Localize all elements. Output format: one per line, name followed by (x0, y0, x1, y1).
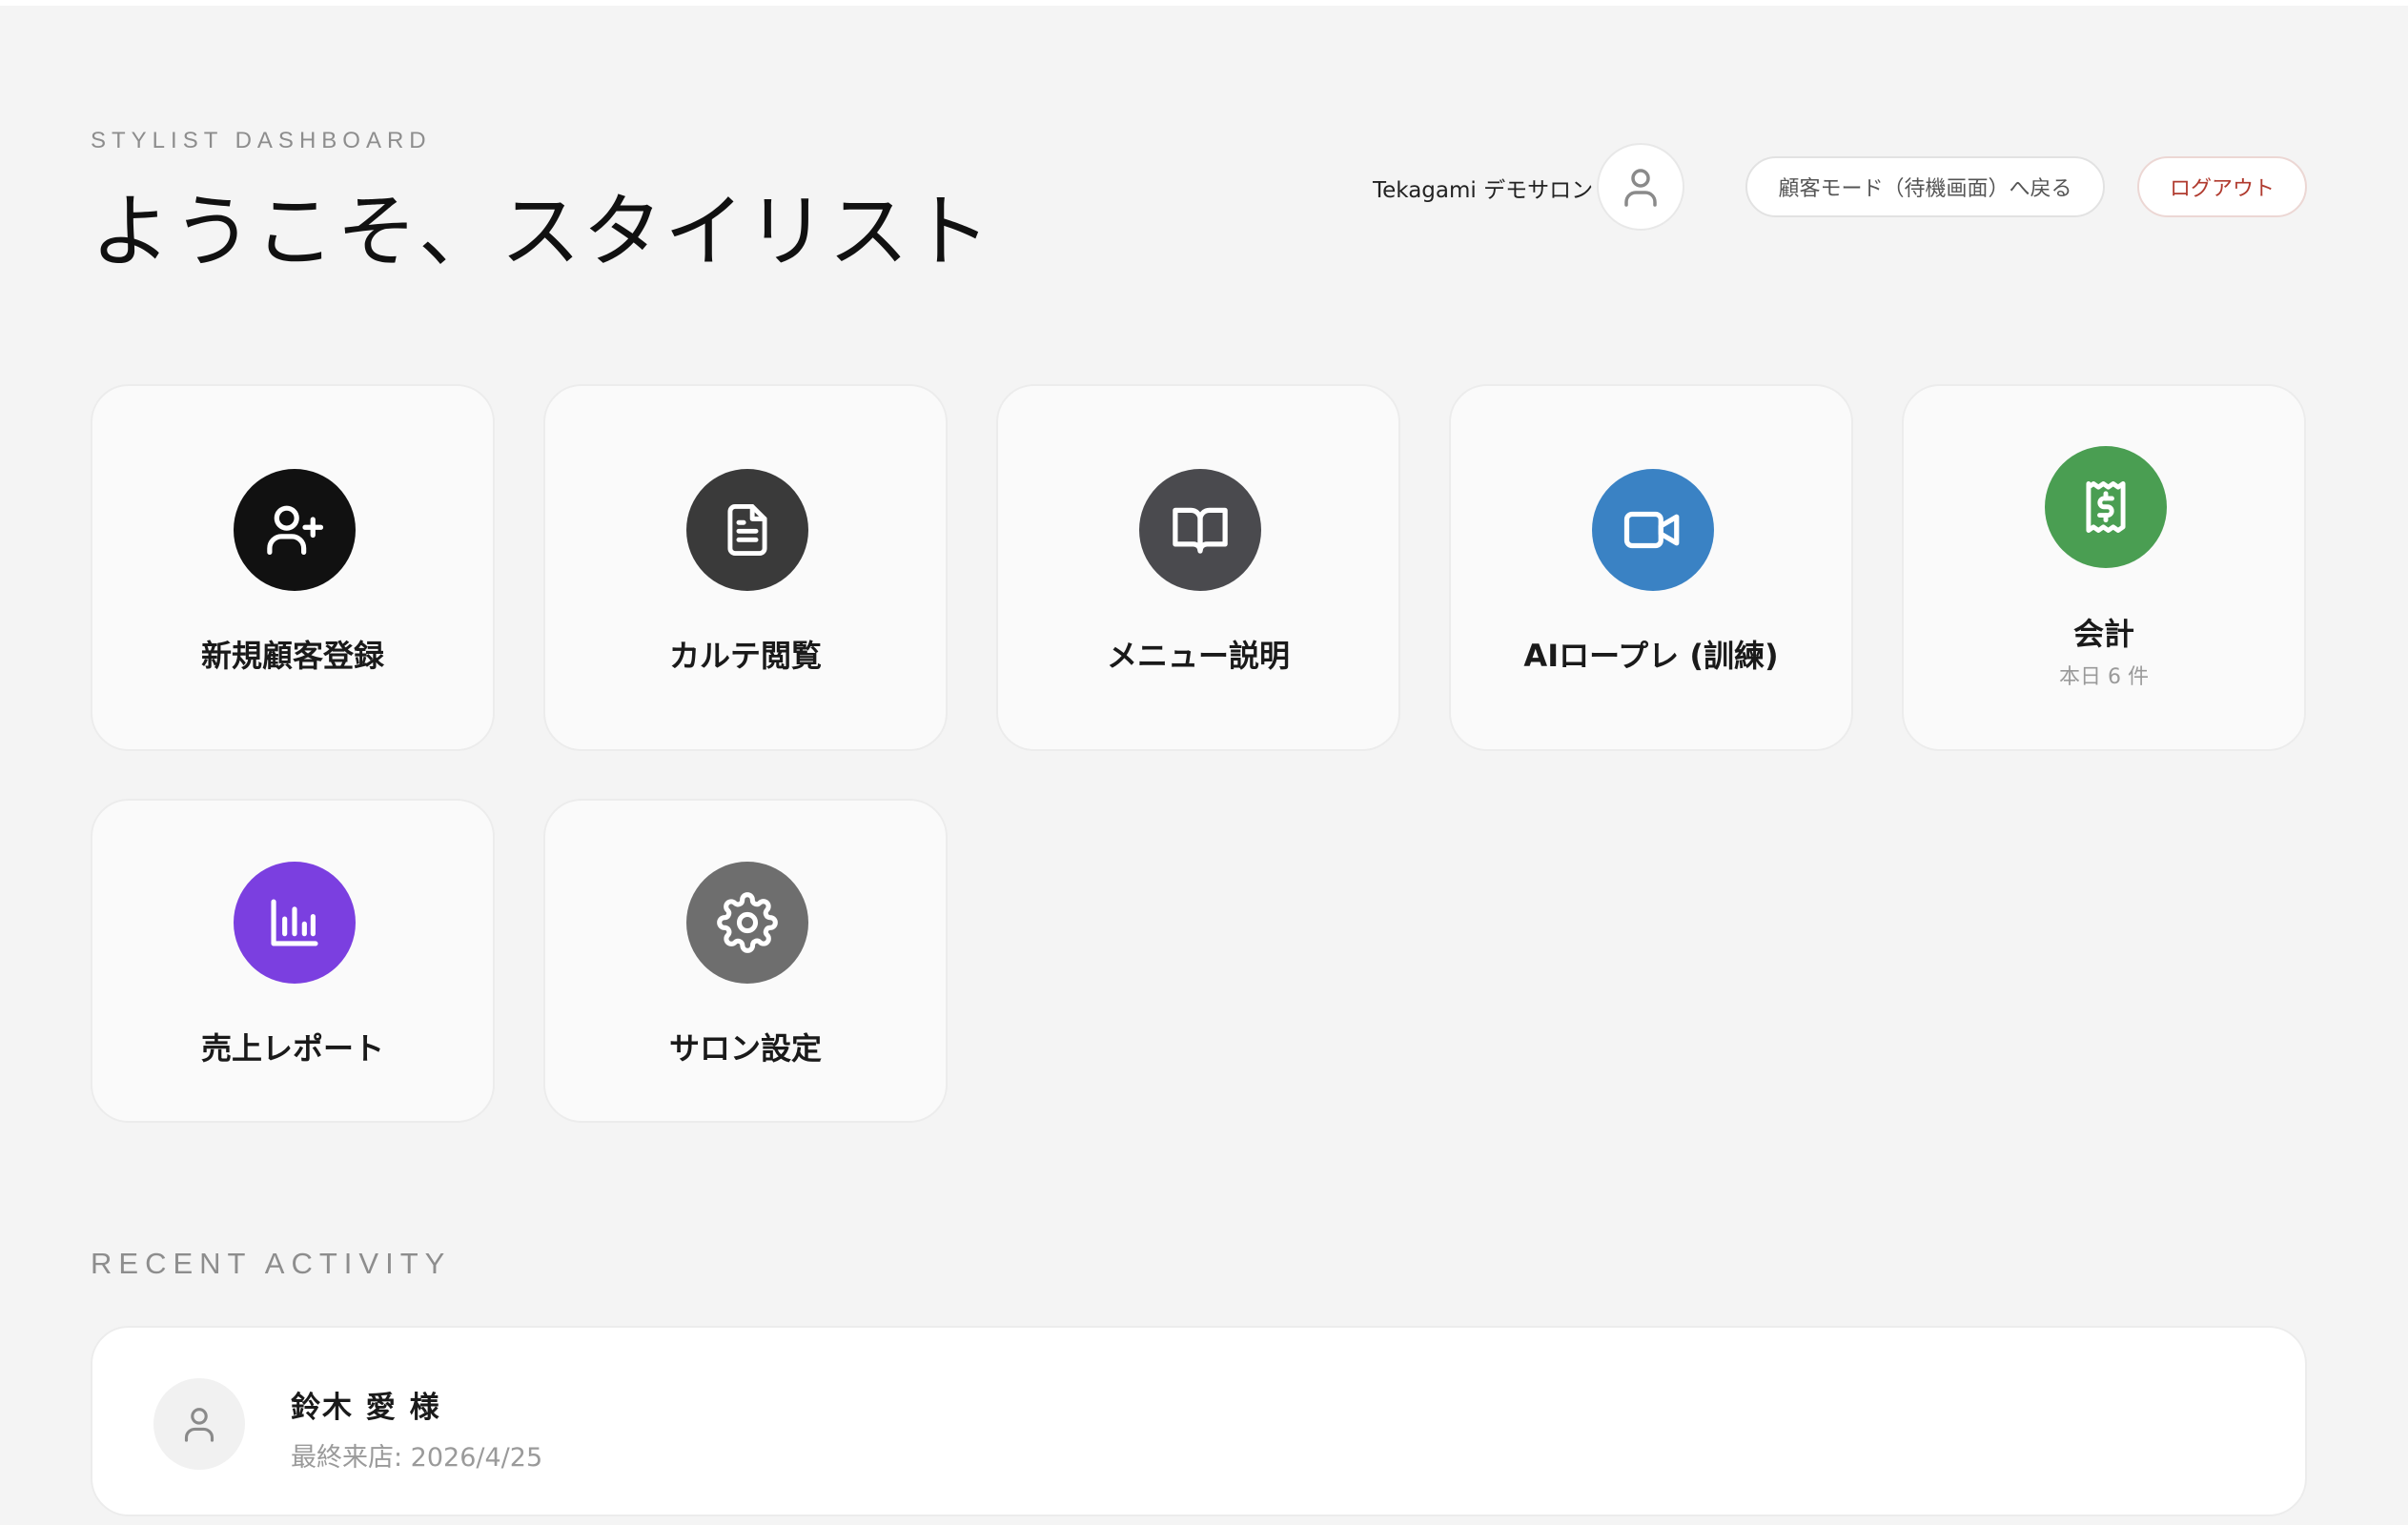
customer-mode-button[interactable]: 顧客モード（待機画面）へ戻る (1745, 156, 2105, 217)
top-edge (0, 0, 2408, 6)
receipt-dollar-icon (2086, 481, 2126, 533)
tile-label: 売上レポート (200, 1030, 384, 1067)
tile-checkout[interactable]: 会計 本日 6 件 (1902, 384, 2306, 751)
salon-name: Tekagami デモサロン (1373, 178, 1594, 203)
dashboard-eyebrow: STYLIST DASHBOARD (91, 128, 432, 153)
open-book-icon (1173, 507, 1228, 554)
bar-chart-icon (271, 899, 318, 946)
tile-label: 新規顧客登録 (200, 638, 384, 674)
gear-icon (717, 892, 778, 953)
tile-menu-explanation[interactable]: メニュー説明 (996, 384, 1400, 751)
user-icon (1624, 169, 1657, 207)
tile-label: メニュー説明 (1106, 638, 1290, 674)
logout-button[interactable]: ログアウト (2137, 156, 2307, 217)
tile-icon-circle (686, 469, 808, 591)
tile-new-customer[interactable]: 新規顧客登録 (91, 384, 495, 751)
page-title: ようこそ、スタイリスト (91, 185, 993, 278)
document-icon (727, 504, 767, 556)
user-icon (184, 1408, 214, 1442)
tile-sales-report[interactable]: 売上レポート (91, 799, 495, 1123)
tile-icon-circle (2045, 446, 2167, 568)
tile-label: サロン設定 (668, 1030, 822, 1067)
tile-icon-circle (234, 469, 356, 591)
tile-icon-circle (234, 862, 356, 984)
profile-avatar-button[interactable] (1597, 143, 1684, 231)
tile-icon-circle (686, 862, 808, 984)
tile-salon-settings[interactable]: サロン設定 (543, 799, 948, 1123)
avatar (153, 1378, 245, 1470)
recent-activity-heading: RECENT ACTIVITY (91, 1247, 452, 1280)
last-visit-date: 最終来店: 2026/4/25 (291, 1443, 543, 1473)
customer-name: 鈴木 愛 様 (291, 1391, 441, 1425)
tile-ai-roleplay[interactable]: AIロープレ (訓練) (1449, 384, 1853, 751)
video-camera-icon (1623, 511, 1680, 549)
tile-label: カルテ閲覧 (668, 638, 822, 674)
tile-chart-view[interactable]: カルテ閲覧 (543, 384, 948, 751)
list-item[interactable]: 鈴木 愛 様 最終来店: 2026/4/25 (91, 1326, 2307, 1516)
user-plus-icon (267, 505, 324, 555)
tile-sub-count: 本日 6 件 (2059, 665, 2149, 689)
tile-icon-circle (1592, 469, 1714, 591)
tile-label: AIロープレ (訓練) (1523, 638, 1779, 674)
tile-icon-circle (1139, 469, 1261, 591)
tile-label: 会計 (2072, 616, 2134, 652)
